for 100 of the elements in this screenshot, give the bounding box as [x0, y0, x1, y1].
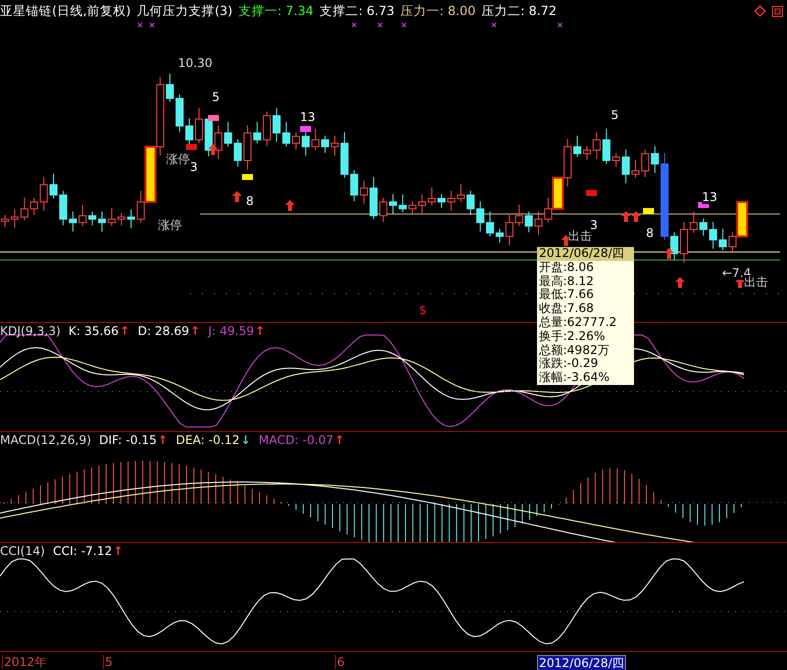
indicator-value: CCI: -7.12: [52, 544, 112, 558]
candlestick: [282, 121, 290, 148]
indicator-value: 支撑一: 7.34: [238, 2, 314, 20]
up-arrow-icon: [232, 191, 242, 202]
trend-arrow: ↑: [158, 433, 168, 447]
signal-bar: [208, 115, 219, 121]
signal-bar: [186, 144, 197, 150]
tooltip-row-text: 收盘:7.68: [538, 302, 595, 316]
limit-up-candle: [552, 176, 564, 210]
limit-up-candle: [736, 200, 748, 238]
candlestick: [330, 135, 339, 156]
indicator-value: DIF: -0.15: [99, 433, 157, 447]
indicator-value: D: 28.69: [138, 324, 190, 338]
stock-title: 亚星锚链(日线,前复权): [0, 2, 131, 20]
tooltip-row-text: 涨跌:-0.29: [538, 357, 600, 371]
signal-label: 出击: [568, 229, 592, 243]
indicator-value: 支撑二: 6.73: [319, 2, 395, 20]
candlestick: [690, 211, 698, 234]
up-arrow-icon: [631, 211, 641, 222]
count-label: 13: [702, 190, 718, 204]
trend-arrow: ↑: [190, 324, 200, 338]
candlestick: [398, 194, 407, 213]
candlestick: [311, 128, 320, 151]
trend-arrow: ↑: [334, 433, 345, 447]
candlestick: [718, 228, 727, 251]
up-arrow-icon: [621, 211, 631, 222]
axis-label: 2012年: [2, 655, 48, 669]
trend-arrow: ↓: [240, 433, 251, 447]
count-label: 3: [590, 218, 598, 232]
candlestick: [728, 232, 736, 254]
indicator-value: DEA: -0.12: [176, 433, 240, 447]
candlestick: [544, 197, 552, 224]
tooltip-date: 2012/06/28/四: [537, 247, 634, 261]
candlestick: [709, 221, 718, 250]
signal-bar: [242, 174, 253, 180]
candlestick: [641, 148, 650, 178]
indicator-name: KDJ(9,3,3): [0, 324, 61, 338]
candlestick: [1, 214, 9, 228]
candlestick: [486, 211, 494, 237]
candlestick: [234, 138, 242, 168]
indicator-value: MACD: -0.07: [258, 433, 334, 447]
candlestick: [50, 173, 58, 199]
candlestick: [20, 197, 28, 222]
candlestick: [534, 211, 542, 236]
candlestick: [214, 124, 222, 160]
tooltip-row-text: 开盘:8.06: [538, 260, 595, 274]
candlestick: [292, 132, 300, 150]
candlestick: [632, 159, 640, 178]
signal-bar: [643, 208, 654, 214]
count-label: 3: [190, 160, 198, 174]
signal-bar: [586, 190, 597, 196]
trend-arrow: ↑: [113, 544, 124, 558]
candlestick: [224, 121, 232, 148]
indicator-name: 几何压力支撑(3): [136, 2, 232, 20]
axis-label: 5: [103, 655, 114, 669]
candlestick: [583, 146, 591, 160]
indicator-value: J: 49.59: [208, 324, 254, 338]
candlestick: [592, 132, 601, 160]
candlestick: [98, 211, 106, 232]
candlestick: [272, 108, 281, 142]
candlestick: [389, 194, 397, 215]
candlestick: [340, 132, 348, 178]
indicator-name: MACD(12,26,9): [0, 433, 92, 447]
candlestick: [360, 180, 368, 204]
candlestick: [408, 200, 416, 216]
square-icon[interactable]: [772, 6, 783, 16]
candlestick: [602, 128, 610, 164]
count-label: 8: [646, 226, 654, 240]
candlestick: [456, 183, 465, 202]
candlestick: [650, 146, 659, 174]
diamond-icon[interactable]: [754, 5, 766, 17]
indicator-name: CCI(14): [0, 544, 45, 558]
price-label: 10.30: [178, 56, 212, 70]
candlestick: [117, 212, 126, 226]
trend-arrow: ↑: [254, 324, 266, 338]
count-label: 13: [300, 110, 316, 124]
candlestick: [438, 194, 446, 209]
signal-bar: [300, 126, 311, 132]
candlestick: [515, 204, 524, 227]
candlestick: [195, 108, 203, 144]
limit-up-candle: [144, 146, 156, 203]
candlestick: [428, 186, 436, 206]
cursor-date-label: 2012/06/28/四: [537, 655, 626, 670]
candlestick: [680, 221, 688, 264]
candlestick: [244, 124, 252, 170]
candlestick: [176, 94, 184, 133]
count-label: 5: [212, 90, 220, 104]
indicator-value: K: 35.66: [68, 324, 119, 338]
indicator-value: 压力二: 8.72: [482, 2, 557, 20]
candlestick: [699, 218, 708, 236]
signal-label: 涨停: [158, 218, 182, 232]
marker-label: $: [419, 303, 427, 317]
tooltip-row-text: 换手:2.26%: [538, 330, 606, 344]
candlestick: [476, 200, 484, 232]
up-arrow-icon: [675, 277, 685, 288]
candlestick: [321, 135, 330, 154]
candlestick: [418, 194, 426, 215]
tooltip-row-text: 总量:62777.2: [538, 316, 618, 330]
candlestick: [447, 190, 456, 212]
candlestick: [466, 190, 475, 216]
